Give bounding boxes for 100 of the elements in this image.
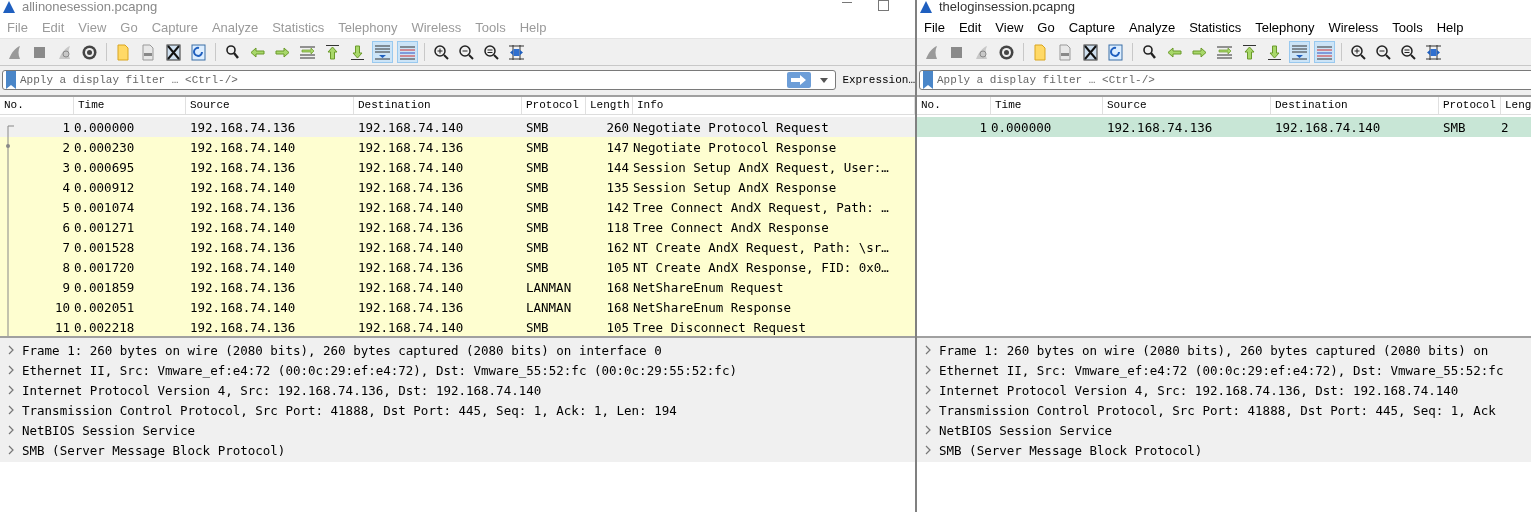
table-cell-text: Session Setup AndX Response [633,179,838,195]
column-header[interactable]: Source [1103,97,1271,114]
zoom-in-icon [1350,43,1367,61]
bookmark-icon[interactable] [922,71,934,89]
folder-icon [1032,43,1049,61]
menu-item[interactable]: File [917,19,952,35]
window-title: theloginsession.pcapng [939,0,1075,13]
up-arrow-icon [1241,43,1258,61]
document-icon [140,43,157,61]
table-cell-text: Session Setup AndX Request, User:… [633,159,890,175]
table-cell-text: 192.168.74.136 [189,239,297,255]
table-cell-text: 0.000912 [74,179,136,195]
autoscroll-icon [374,43,391,61]
table-cell-text: 192.168.74.140 [357,279,465,295]
table-cell-text: SMB [1442,119,1467,135]
tree-item[interactable]: Frame 1: 260 bytes on wire (2080 bits), 260 bytes captured (2080 bits) on [939,342,1489,358]
toolbar-button[interactable] [1080,41,1101,63]
table-cell-text: 147 [605,139,630,155]
column-header[interactable]: Length [586,97,633,114]
menu-item[interactable]: Telephony [1248,19,1322,35]
display-filter-input[interactable]: Apply a display filter … <Ctrl-/> [20,74,785,86]
table-cell-text: 0.000000 [991,119,1053,135]
table-cell-text: 118 [605,219,630,235]
menu-item[interactable]: Tools [1385,19,1430,35]
menu-item[interactable]: Help [1429,19,1471,35]
table-cell-text: 192.168.74.136 [1106,119,1214,135]
table-cell-text: Tree Disconnect Request [633,319,808,335]
menu-item[interactable]: Analyze [1121,19,1183,35]
column-header[interactable]: Time [74,97,186,114]
table-cell-text: 192.168.74.140 [189,139,297,155]
table-cell-text: 8 [61,259,71,275]
display-filter-field[interactable]: Apply a display filter … <Ctrl-/> [919,70,1531,90]
packet-row[interactable]: 1 0.000000 192.168.74.136 192.168.74.140 SMB 2 [917,117,1531,137]
table-cell-text: 192.168.74.140 [189,259,297,275]
table-cell-text: SMB [525,179,550,195]
down-arrow-icon [1266,43,1283,61]
window-title: allinonesession.pcapng [22,0,158,13]
table-cell-text: Negotiate Protocol Response [633,139,838,155]
table-cell-text: Tree Connect AndX Response [633,219,830,235]
table-cell-text: 0.001528 [74,239,136,255]
resize-columns-icon [1425,43,1442,61]
table-cell-text: 11 [53,319,71,335]
up-arrow-icon [324,43,341,61]
menu-item[interactable]: Statistics [1182,19,1249,35]
table-cell-text: 0.001074 [74,199,136,215]
table-cell-text: 192.168.74.140 [189,299,297,315]
close-file-icon [1082,43,1099,61]
column-header[interactable]: Protocol [1439,97,1501,114]
reload-icon [190,43,207,61]
column-header[interactable]: Leng [1501,97,1531,114]
menu-item[interactable]: View [988,19,1031,35]
table-cell-text: 192.168.74.136 [357,219,465,235]
menu-item[interactable]: Go [1030,19,1062,35]
column-header[interactable]: Source [186,97,354,114]
menu-item[interactable]: Wireless [1321,19,1386,35]
table-cell-text: 1 [978,119,988,135]
table-cell-text: 192.168.74.136 [189,119,297,135]
table-cell-text: 9 [61,279,71,295]
table-cell-text: 0.000230 [74,139,136,155]
zoom-reset-icon [483,43,500,61]
dropdown-caret-icon[interactable] [819,76,830,84]
table-cell-text: NetShareEnum Request [633,279,785,295]
tree-item[interactable]: Transmission Control Protocol, Src Port: 41888, Dst Port: 445, Seq: 1, Ack [939,402,1496,418]
table-cell-text: 0.001859 [74,279,136,295]
table-cell-text: 142 [605,199,630,215]
table-cell-text: 0.000695 [74,159,136,175]
jump-to-line-icon [299,43,316,61]
menu-item[interactable]: Capture [1061,19,1122,35]
table-cell-text: 2 [1501,119,1510,135]
table-cell-text: 192.168.74.136 [357,299,465,315]
zoom-out-icon [458,43,475,61]
table-cell-text: 1 [61,119,71,135]
close-file-icon [165,43,182,61]
autoscroll-icon [1291,43,1308,61]
table-cell-text: SMB [525,319,550,335]
folder-icon [115,43,132,61]
column-header[interactable]: Info [633,97,915,114]
zoom-reset-icon [1400,43,1417,61]
zoom-out-icon [1375,43,1392,61]
tree-item[interactable]: SMB (Server Message Block Protocol) [939,442,1203,458]
table-cell-text: 192.168.74.140 [189,219,297,235]
reload-icon [1107,43,1124,61]
column-header[interactable]: Protocol [522,97,586,114]
column-header[interactable]: Destination [1271,97,1439,114]
table-cell-text: 260 [605,119,630,135]
bookmark-icon[interactable] [5,71,17,89]
column-header[interactable]: Destination [354,97,522,114]
table-cell-text: Negotiate Protocol Request [633,119,830,135]
table-cell-text: SMB [525,199,550,215]
table-cell-text: 192.168.74.140 [357,239,465,255]
column-header[interactable]: No. [917,97,991,114]
tree-item[interactable]: Internet Protocol Version 4, Src: 192.168.74.136, Dst: 192.168.74.140 [939,382,1459,398]
tree-item[interactable]: NetBIOS Session Service [939,422,1113,438]
table-cell-text: 5 [61,199,71,215]
tree-item[interactable]: Ethernet II, Src: Vmware_ef:e4:72 (00:0c:29:ef:e4:72), Dst: Vmware_55:52:fc [939,362,1504,378]
table-cell-text: Tree Connect AndX Request, Path: … [633,199,890,215]
menu-item[interactable]: Edit [951,19,989,35]
column-header[interactable]: No. [0,97,74,114]
table-cell-text: 192.168.74.140 [357,199,465,215]
column-header[interactable]: Time [991,97,1103,114]
